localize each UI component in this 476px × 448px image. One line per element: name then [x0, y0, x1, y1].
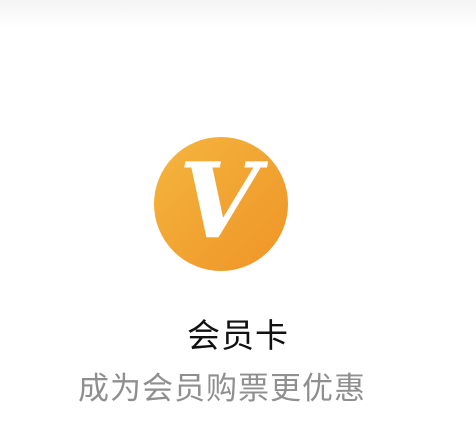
vip-logo-badge: V: [154, 137, 288, 271]
top-shade: [0, 0, 476, 28]
membership-card-subtitle: 成为会员购票更优惠: [78, 371, 366, 407]
membership-card-panel[interactable]: V 会员卡 成为会员购票更优惠: [0, 0, 476, 448]
membership-card-title: 会员卡: [187, 316, 289, 355]
vip-v-icon: V: [178, 139, 260, 262]
